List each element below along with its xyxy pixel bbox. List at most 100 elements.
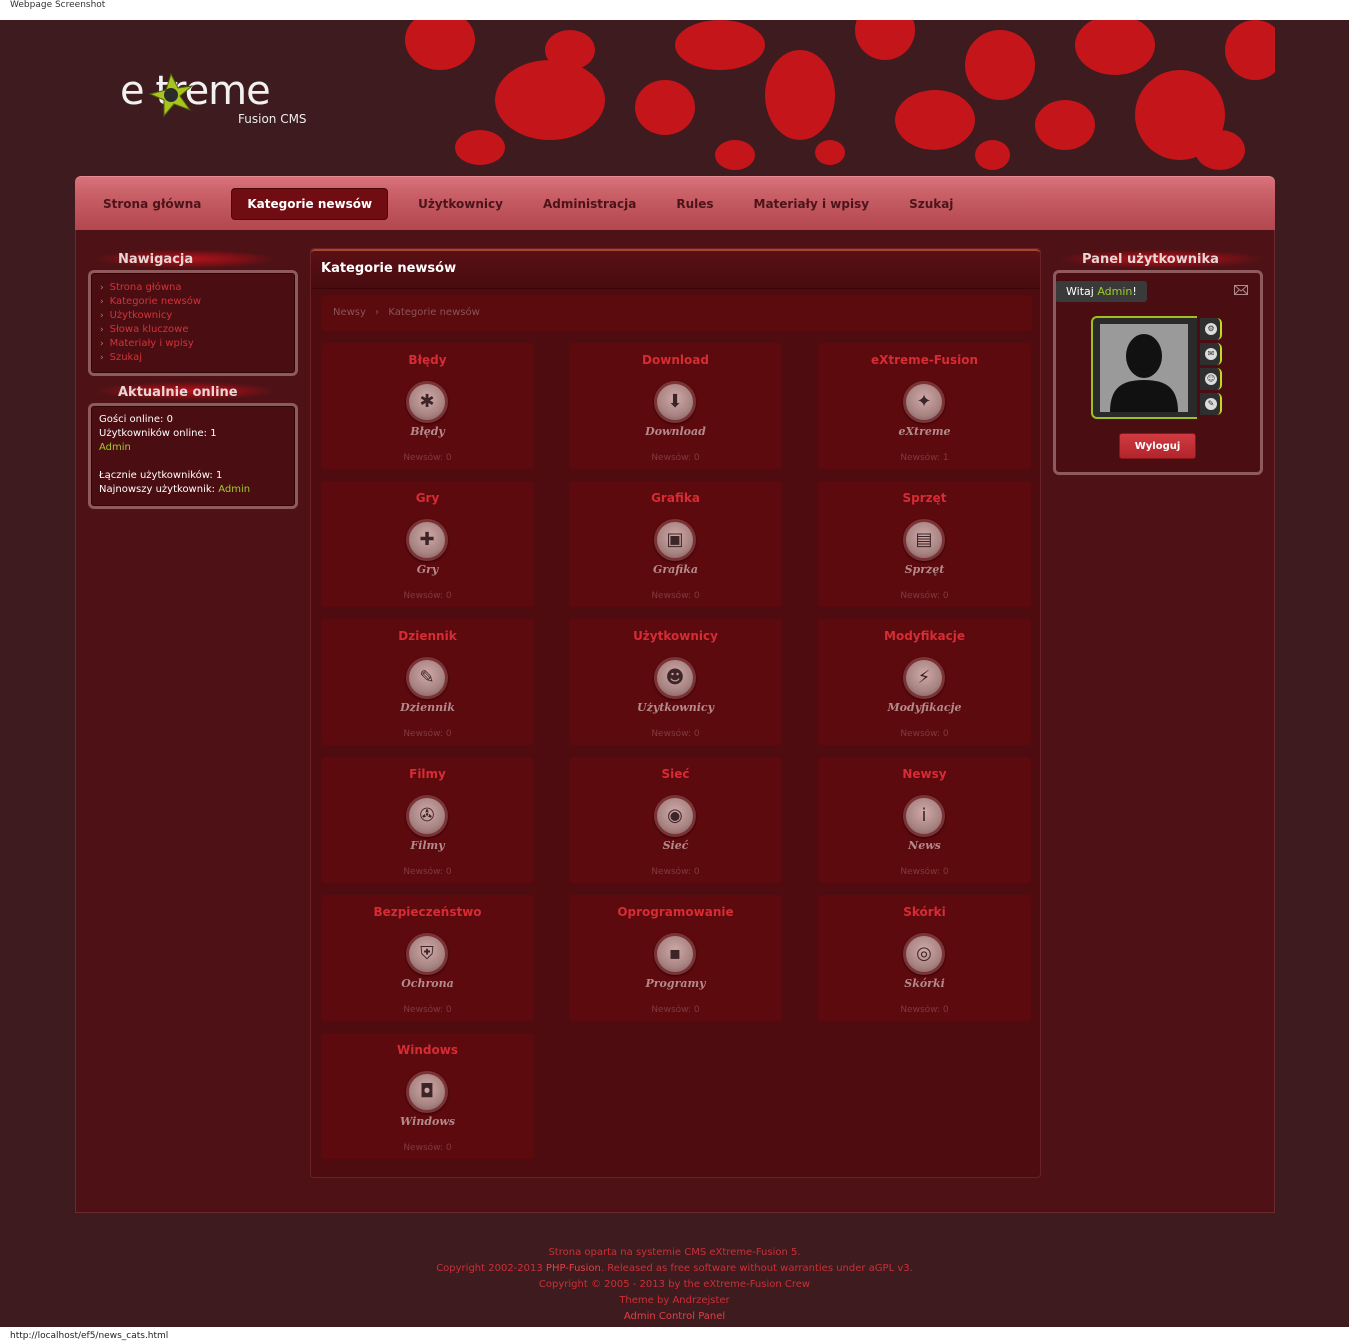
admin-tools-icon[interactable]: ✎	[1200, 393, 1222, 415]
online-panel-title: Aktualnie online	[118, 385, 238, 400]
category-title[interactable]: Dziennik	[321, 619, 534, 643]
quick-button-glyph: ✉	[1205, 348, 1217, 360]
category-card[interactable]: Błędy ✱ Błędy Newsów: 0	[321, 343, 534, 469]
footer-copyright-prefix: Copyright 2002-2013	[436, 1263, 546, 1274]
side-nav-link[interactable]: Szukaj	[100, 351, 295, 365]
category-title[interactable]: Grafika	[569, 481, 782, 505]
messages-icon[interactable]	[1234, 285, 1248, 295]
category-card[interactable]: Filmy ✇ Filmy Newsów: 0	[321, 757, 534, 883]
nav-link-0[interactable]: Strona główna	[93, 191, 211, 217]
image-icon[interactable]: ▣	[654, 519, 696, 561]
category-card[interactable]: Download ⬇ Download Newsów: 0	[569, 343, 782, 469]
side-nav-link[interactable]: Kategorie newsów	[100, 295, 295, 309]
admin-panel-link[interactable]: Admin Control Panel	[0, 1309, 1349, 1325]
quick-button-glyph: ⚙	[1205, 323, 1217, 335]
profile-icon[interactable]: ☺	[1200, 368, 1222, 390]
window-icon[interactable]: ◘	[406, 1071, 448, 1113]
main-navbar: Strona główna Kategorie newsów Użytkownicy…	[75, 176, 1275, 230]
category-icon-glyph: i	[921, 805, 927, 826]
footer-copyright-suffix: . Released as free software without warr…	[600, 1263, 913, 1274]
info-icon[interactable]: i	[903, 795, 945, 837]
nav-link-1[interactable]: Kategorie newsów	[231, 188, 389, 220]
microphone-icon[interactable]: ✎	[406, 657, 448, 699]
breadcrumb-item-news[interactable]: Newsy	[333, 307, 366, 318]
user-icon[interactable]: ☻	[654, 657, 696, 699]
shield-icon[interactable]: ⛨	[406, 933, 448, 975]
category-title[interactable]: eXtreme-Fusion	[818, 343, 1031, 367]
extreme-icon[interactable]: ✦	[903, 381, 945, 423]
php-fusion-link[interactable]: PHP-Fusion	[546, 1263, 601, 1274]
category-label: Gry	[416, 563, 439, 576]
hardware-icon[interactable]: ▤	[903, 519, 945, 561]
logout-button[interactable]: Wyloguj	[1119, 433, 1196, 459]
category-card[interactable]: Użytkownicy ☻ Użytkownicy Newsów: 0	[569, 619, 782, 745]
gamepad-icon[interactable]: ✚	[406, 519, 448, 561]
category-icon-glyph: ✎	[419, 667, 435, 688]
category-title[interactable]: Modyfikacje	[818, 619, 1031, 643]
category-title[interactable]: Sprzęt	[818, 481, 1031, 505]
category-card[interactable]: Gry ✚ Gry Newsów: 0	[321, 481, 534, 607]
newest-user-link[interactable]: Admin	[218, 484, 250, 495]
welcome-suffix: !	[1132, 285, 1137, 298]
site-logo[interactable]: e treme Fusion CMS	[120, 68, 320, 138]
globe-icon[interactable]: ◉	[654, 795, 696, 837]
side-nav-link[interactable]: Słowa kluczowe	[100, 323, 295, 337]
category-news-count: Newsów: 0	[403, 729, 452, 739]
nav-link-6[interactable]: Szukaj	[899, 191, 963, 217]
category-card[interactable]: Grafika ▣ Grafika Newsów: 0	[569, 481, 782, 607]
category-icon-glyph: ✱	[419, 391, 435, 412]
category-label: Sieć	[662, 839, 689, 852]
category-card[interactable]: Oprogramowanie ▪ Programy Newsów: 0	[569, 895, 782, 1021]
category-title[interactable]: Oprogramowanie	[569, 895, 782, 919]
category-card[interactable]: Modyfikacje ⚡ Modyfikacje Newsów: 0	[818, 619, 1031, 745]
film-reel-icon[interactable]: ✇	[406, 795, 448, 837]
category-card[interactable]: Sprzęt ▤ Sprzęt Newsów: 0	[818, 481, 1031, 607]
category-title[interactable]: Newsy	[818, 757, 1031, 781]
category-title[interactable]: Skórki	[818, 895, 1031, 919]
settings-icon[interactable]: ⚙	[1200, 318, 1222, 340]
category-title[interactable]: Gry	[321, 481, 534, 505]
category-label: Modyfikacje	[887, 701, 962, 714]
category-title[interactable]: Filmy	[321, 757, 534, 781]
category-card[interactable]: Windows ◘ Windows Newsów: 0	[321, 1033, 534, 1159]
category-card[interactable]: Bezpieczeństwo ⛨ Ochrona Newsów: 0	[321, 895, 534, 1021]
category-card[interactable]: Newsy i News Newsów: 0	[818, 757, 1031, 883]
side-nav-link[interactable]: Użytkownicy	[100, 309, 295, 323]
category-label: Sprzęt	[904, 563, 945, 576]
welcome-user-link[interactable]: Admin	[1097, 285, 1132, 298]
category-card[interactable]: Skórki ◎ Skórki Newsów: 0	[818, 895, 1031, 1021]
category-card[interactable]: eXtreme-Fusion ✦ eXtreme Newsów: 1	[818, 343, 1031, 469]
category-card[interactable]: Dziennik ✎ Dziennik Newsów: 0	[321, 619, 534, 745]
nav-link-5[interactable]: Materiały i wpisy	[744, 191, 880, 217]
status-url: http://localhost/ef5/news_cats.html	[10, 1331, 169, 1341]
side-nav-link[interactable]: Materiały i wpisy	[100, 337, 295, 351]
category-title[interactable]: Bezpieczeństwo	[321, 895, 534, 919]
category-news-count: Newsów: 0	[900, 867, 949, 877]
breadcrumb-item-current: Kategorie newsów	[388, 307, 480, 318]
user-quick-buttons: ⚙ ✉ ☺ ✎	[1200, 318, 1222, 418]
category-news-count: Newsów: 0	[900, 1005, 949, 1015]
category-title[interactable]: Download	[569, 343, 782, 367]
nav-item: Strona główna	[93, 191, 211, 217]
nav-item: Szukaj	[899, 191, 963, 217]
avatar[interactable]	[1100, 324, 1188, 412]
category-card[interactable]: Sieć ◉ Sieć Newsów: 0	[569, 757, 782, 883]
download-icon[interactable]: ⬇	[654, 381, 696, 423]
breadcrumb: Newsy › Kategorie newsów	[321, 295, 1032, 331]
category-icon-glyph: ✇	[419, 805, 435, 826]
nav-link-4[interactable]: Rules	[666, 191, 723, 217]
nav-link-2[interactable]: Użytkownicy	[408, 191, 513, 217]
nav-link-3[interactable]: Administracja	[533, 191, 646, 217]
category-title[interactable]: Błędy	[321, 343, 534, 367]
category-title[interactable]: Sieć	[569, 757, 782, 781]
plug-icon[interactable]: ⚡	[903, 657, 945, 699]
swirl-icon[interactable]: ◎	[903, 933, 945, 975]
category-title[interactable]: Użytkownicy	[569, 619, 782, 643]
mail-icon[interactable]: ✉	[1200, 343, 1222, 365]
side-nav-link[interactable]: Strona główna	[100, 281, 295, 295]
nav-item: Użytkownicy	[408, 191, 513, 217]
floppy-icon[interactable]: ▪	[654, 933, 696, 975]
online-user-link[interactable]: Admin	[99, 441, 287, 455]
bug-icon[interactable]: ✱	[406, 381, 448, 423]
category-title[interactable]: Windows	[321, 1033, 534, 1057]
